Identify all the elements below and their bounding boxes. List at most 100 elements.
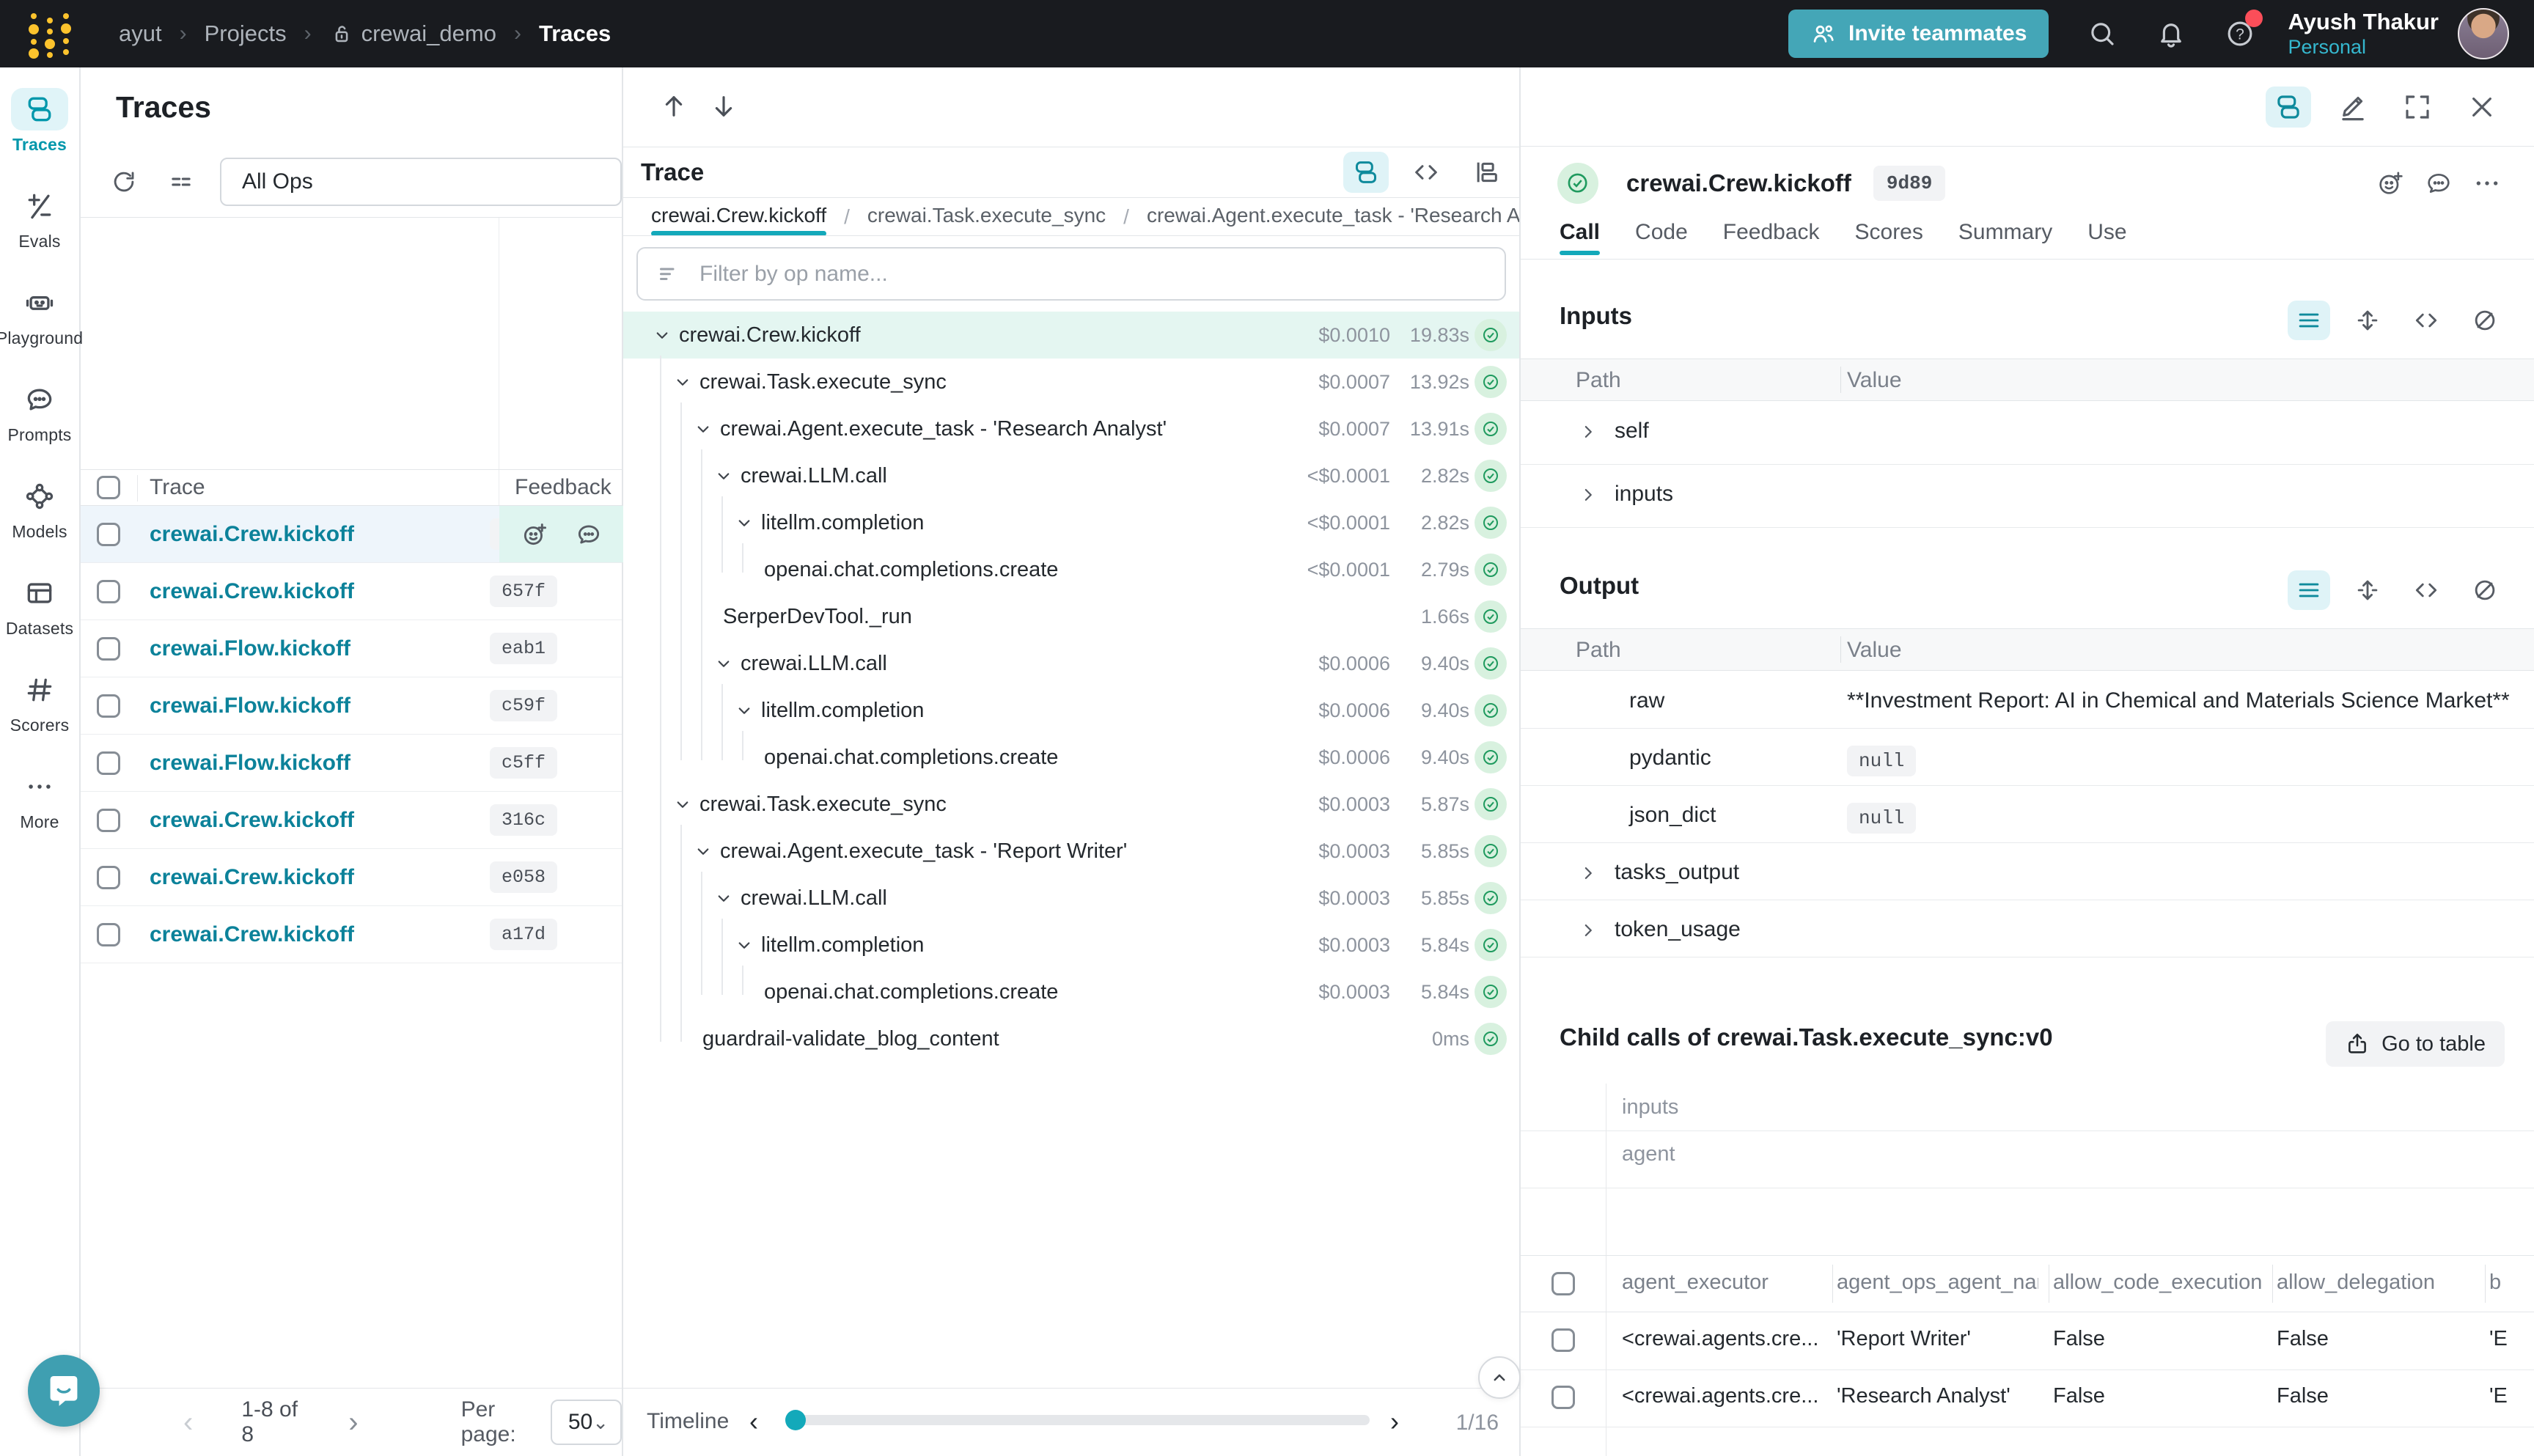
sidebar-item-playground[interactable]: Playground <box>0 282 79 378</box>
tab-code[interactable]: Code <box>1635 220 1688 255</box>
column-header-agent_ops_agent_nan[interactable]: agent_ops_agent_nan <box>1837 1271 2038 1295</box>
flame-graph-icon[interactable] <box>1464 152 1509 193</box>
list-view-icon[interactable] <box>2288 301 2330 340</box>
trace-breadcrumb-tab[interactable]: crewai.Task.execute_sync <box>867 199 1106 235</box>
kv-row-raw[interactable]: raw**Investment Report: AI in Chemical a… <box>1521 671 2534 729</box>
timeline-next-button[interactable]: › <box>1390 1406 1399 1437</box>
per-page-select[interactable]: 50 ⌄ <box>551 1400 622 1445</box>
trace-link[interactable]: crewai.Crew.kickoff <box>150 522 354 547</box>
trace-list-row[interactable]: crewai.Crew.kickoff9d89 <box>81 506 622 563</box>
column-header-allow_delegation[interactable]: allow_delegation <box>2277 1271 2475 1295</box>
chevron-right-icon[interactable] <box>1577 421 1599 443</box>
kv-row-pydantic[interactable]: pydanticnull <box>1521 728 2534 786</box>
chevron-down-icon[interactable] <box>713 465 735 487</box>
trace-tree-row[interactable]: crewai.Agent.execute_task - 'Report Writ… <box>623 828 1519 875</box>
kv-row-tasks_output[interactable]: tasks_output <box>1521 842 2534 900</box>
fullscreen-icon[interactable] <box>2395 87 2440 128</box>
row-checkbox[interactable] <box>1551 1328 1575 1352</box>
trace-link[interactable]: crewai.Crew.kickoff <box>150 808 354 833</box>
add-reaction-icon[interactable] <box>521 521 548 548</box>
search-icon[interactable] <box>2087 18 2118 49</box>
op-filter-input[interactable] <box>636 247 1506 301</box>
trace-link[interactable]: crewai.Flow.kickoff <box>150 694 350 718</box>
code-view-icon[interactable] <box>2405 301 2447 340</box>
tab-summary[interactable]: Summary <box>1958 220 2052 255</box>
row-checkbox[interactable] <box>1551 1386 1575 1409</box>
chevron-down-icon[interactable] <box>713 652 735 674</box>
sidebar-item-scorers[interactable]: Scorers <box>0 669 79 765</box>
breadcrumb-page[interactable]: Traces <box>539 21 611 47</box>
tab-scores[interactable]: Scores <box>1855 220 1923 255</box>
go-to-table-button[interactable]: Go to table <box>2326 1021 2505 1067</box>
chevron-down-icon[interactable] <box>672 371 694 393</box>
chevron-down-icon[interactable] <box>733 699 755 721</box>
invite-teammates-button[interactable]: Invite teammates <box>1788 10 2049 58</box>
collapse-timeline-button[interactable] <box>1478 1356 1521 1399</box>
select-all-checkbox[interactable] <box>1551 1272 1575 1295</box>
kv-row-token_usage[interactable]: token_usage <box>1521 900 2534 957</box>
support-chat-button[interactable] <box>28 1355 100 1427</box>
column-header-feedback[interactable]: Feedback <box>515 475 612 500</box>
comment-icon[interactable] <box>2424 169 2453 198</box>
help-icon[interactable]: ? <box>2225 18 2255 49</box>
column-header-trace[interactable]: Trace <box>150 475 205 500</box>
column-settings-icon[interactable] <box>167 168 195 196</box>
tab-call[interactable]: Call <box>1560 220 1600 255</box>
code-view-icon[interactable] <box>2405 570 2447 610</box>
trace-tree-row[interactable]: crewai.Agent.execute_task - 'Research An… <box>623 405 1519 452</box>
child-call-row[interactable]: <crewai.agents.cre...'Report Writer'Fals… <box>1521 1312 2534 1370</box>
timeline-slider[interactable] <box>787 1415 1370 1425</box>
code-view-icon[interactable] <box>1403 152 1449 193</box>
call-id-badge[interactable]: 9d89 <box>1873 166 1945 201</box>
trace-breadcrumb-tab[interactable]: crewai.Agent.execute_task - 'Research An… <box>1147 199 1519 235</box>
trace-tree-row[interactable]: openai.chat.completions.create$0.00035.8… <box>623 968 1519 1015</box>
trace-tree-row[interactable]: crewai.Task.execute_sync$0.000713.92s <box>623 359 1519 405</box>
hide-values-icon[interactable] <box>2464 301 2506 340</box>
page-prev-button[interactable]: ‹ <box>176 1406 200 1439</box>
edit-icon[interactable] <box>2330 87 2376 128</box>
comment-icon[interactable] <box>575 521 603 548</box>
chevron-down-icon[interactable] <box>692 840 714 862</box>
add-reaction-icon[interactable] <box>2376 169 2405 198</box>
timeline-prev-button[interactable]: ‹ <box>749 1406 758 1437</box>
row-checkbox[interactable] <box>97 637 120 661</box>
row-checkbox[interactable] <box>97 866 120 889</box>
chevron-right-icon[interactable] <box>1577 862 1599 884</box>
tab-feedback[interactable]: Feedback <box>1723 220 1820 255</box>
avatar[interactable] <box>2458 8 2509 59</box>
chevron-down-icon[interactable] <box>672 793 694 815</box>
trace-tree-row[interactable]: openai.chat.completions.create<$0.00012.… <box>623 546 1519 593</box>
row-checkbox[interactable] <box>97 523 120 546</box>
chevron-down-icon[interactable] <box>651 324 673 346</box>
column-header-agent_executor[interactable]: agent_executor <box>1622 1271 1822 1295</box>
trace-tree-row[interactable]: crewai.LLM.call$0.00035.85s <box>623 875 1519 922</box>
sidebar-item-traces[interactable]: Traces <box>0 88 79 185</box>
sidebar-item-evals[interactable]: Evals <box>0 185 79 282</box>
row-checkbox[interactable] <box>97 694 120 718</box>
trace-tree-row[interactable]: crewai.Task.execute_sync$0.00035.87s <box>623 781 1519 828</box>
ops-filter-select[interactable]: All Ops <box>220 158 622 206</box>
expand-rows-icon[interactable] <box>2346 570 2389 610</box>
column-header-allow_code_execution[interactable]: allow_code_execution <box>2053 1271 2262 1295</box>
column-header-b[interactable]: b <box>2489 1271 2519 1295</box>
chevron-down-icon[interactable] <box>692 418 714 440</box>
trace-link[interactable]: crewai.Crew.kickoff <box>150 865 354 890</box>
list-view-icon[interactable] <box>2288 570 2330 610</box>
breadcrumb-entity[interactable]: ayut <box>119 21 162 47</box>
trace-list-row[interactable]: crewai.Flow.kickoffc59f <box>81 677 622 735</box>
chevron-right-icon[interactable] <box>1577 484 1599 506</box>
kv-row-json_dict[interactable]: json_dictnull <box>1521 785 2534 843</box>
user-menu[interactable]: Ayush Thakur Personal <box>2288 9 2439 59</box>
kv-row-inputs[interactable]: inputs <box>1521 464 2534 528</box>
breadcrumb-projects[interactable]: Projects <box>205 21 287 47</box>
trace-tree-row[interactable]: litellm.completion$0.00069.40s <box>623 687 1519 734</box>
chevron-down-icon[interactable] <box>733 934 755 956</box>
trace-link[interactable]: crewai.Flow.kickoff <box>150 751 350 776</box>
more-options-icon[interactable] <box>2472 169 2502 198</box>
row-checkbox[interactable] <box>97 580 120 603</box>
trace-link[interactable]: crewai.Flow.kickoff <box>150 636 350 661</box>
close-icon[interactable] <box>2459 87 2505 128</box>
wandb-logo-icon[interactable] <box>23 7 76 60</box>
tab-use[interactable]: Use <box>2087 220 2126 255</box>
expand-rows-icon[interactable] <box>2346 301 2389 340</box>
